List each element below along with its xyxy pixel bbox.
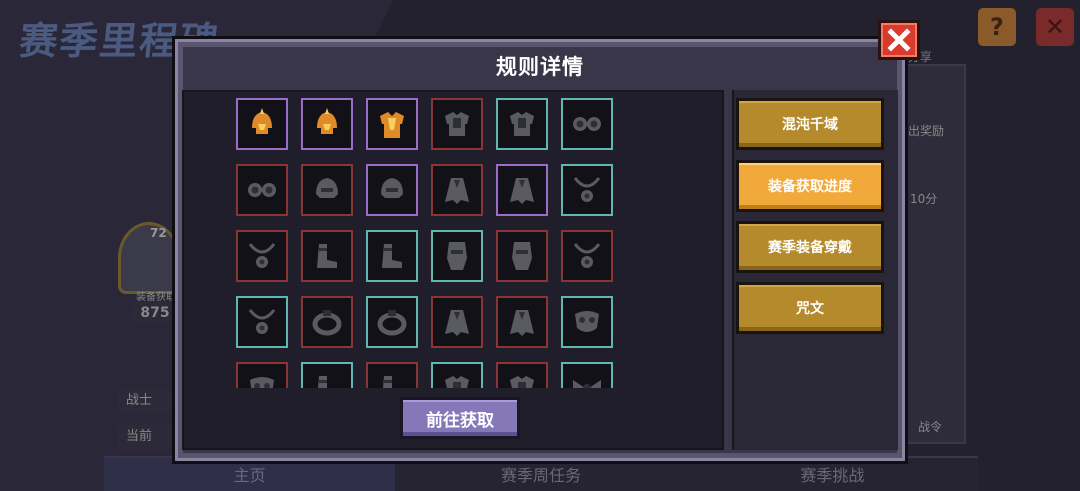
equipment-slot[interactable] [301, 362, 353, 388]
background-side-text: 出奖励 [908, 124, 945, 138]
background-side-text: 10分 [910, 192, 938, 206]
progress-badge [118, 222, 180, 294]
gauntlet-icon [512, 242, 532, 270]
cloak-icon [445, 178, 469, 204]
equipment-slot[interactable] [561, 98, 613, 150]
menu-chaos-realm-button[interactable]: 混沌千域 [736, 98, 884, 150]
equipment-slot[interactable] [431, 296, 483, 348]
helmet-gold-icon [252, 108, 272, 134]
background-row: 战士 [118, 388, 178, 414]
menu-spell-button[interactable]: 咒文 [736, 282, 884, 334]
equipment-slot[interactable] [496, 362, 548, 388]
boots-icon [318, 376, 327, 388]
equipment-slot[interactable] [366, 362, 418, 388]
equipment-slot[interactable] [431, 98, 483, 150]
equipment-slot[interactable] [496, 164, 548, 216]
armor-icon [445, 376, 469, 388]
equipment-grid-panel [182, 90, 724, 450]
amulet-icon [573, 177, 601, 202]
equipment-slot[interactable] [236, 98, 288, 150]
equipment-slot[interactable] [431, 362, 483, 388]
goto-obtain-button[interactable]: 前往获取 [400, 397, 520, 439]
equipment-slot[interactable] [561, 164, 613, 216]
amulet-icon [573, 243, 601, 268]
armor-icon [510, 112, 534, 136]
equipment-slot[interactable] [496, 296, 548, 348]
modal-close-button[interactable] [878, 20, 920, 60]
amulet-icon [248, 309, 276, 334]
background-side-text: 战令 [918, 420, 943, 434]
equipment-slot[interactable] [236, 296, 288, 348]
modal-title: 规则详情 [496, 55, 584, 79]
menu-equipment-progress-button[interactable]: 装备获取进度 [736, 160, 884, 212]
cloak-icon [445, 310, 469, 336]
ring-icon [312, 310, 342, 336]
helmet-icon [316, 178, 338, 198]
equipment-slot[interactable] [301, 98, 353, 150]
gauntlet-icon [447, 242, 467, 270]
bow-icon [573, 380, 601, 388]
boots-icon [383, 376, 392, 388]
equipment-slot[interactable] [561, 362, 613, 388]
goggles-icon [248, 183, 276, 197]
close-icon [887, 28, 911, 52]
equipment-slot[interactable] [301, 296, 353, 348]
equipment-slot[interactable] [301, 230, 353, 282]
equipment-slot[interactable] [236, 362, 288, 388]
equipment-slot[interactable] [366, 164, 418, 216]
equipment-slot[interactable] [561, 230, 613, 282]
boots-icon [382, 244, 402, 268]
help-button[interactable]: ? [978, 8, 1016, 46]
helmet-gold-icon [317, 108, 337, 134]
equipment-slot[interactable] [561, 296, 613, 348]
equipment-slot[interactable] [431, 164, 483, 216]
mask-icon [250, 377, 274, 388]
goggles-icon [573, 117, 601, 131]
equipment-slot[interactable] [431, 230, 483, 282]
background-close-button[interactable]: ✕ [1036, 8, 1074, 46]
mask-icon [575, 311, 599, 332]
equipment-slot[interactable] [301, 164, 353, 216]
equipment-slot[interactable] [366, 98, 418, 150]
equipment-slot[interactable] [236, 230, 288, 282]
background-side-panel [900, 64, 966, 444]
progress-badge-pct: 72 [150, 226, 167, 240]
equipment-slot[interactable] [366, 230, 418, 282]
ring-icon [377, 310, 407, 336]
progress-badge-label: 装备获取 [136, 292, 176, 303]
equipment-slot[interactable] [236, 164, 288, 216]
menu-season-wear-button[interactable]: 赛季装备穿戴 [736, 221, 884, 273]
background-row: 当前 [118, 424, 178, 450]
boots-icon [317, 244, 337, 268]
cloak-icon [510, 310, 534, 336]
equipment-slot[interactable] [366, 296, 418, 348]
cloak-icon [510, 178, 534, 204]
armor-gold-icon [380, 112, 404, 138]
helmet-icon [381, 178, 403, 198]
armor-icon [510, 376, 534, 388]
equipment-grid[interactable] [236, 98, 626, 388]
equipment-slot[interactable] [496, 230, 548, 282]
armor-icon [445, 112, 469, 136]
amulet-icon [248, 243, 276, 268]
equipment-slot[interactable] [496, 98, 548, 150]
